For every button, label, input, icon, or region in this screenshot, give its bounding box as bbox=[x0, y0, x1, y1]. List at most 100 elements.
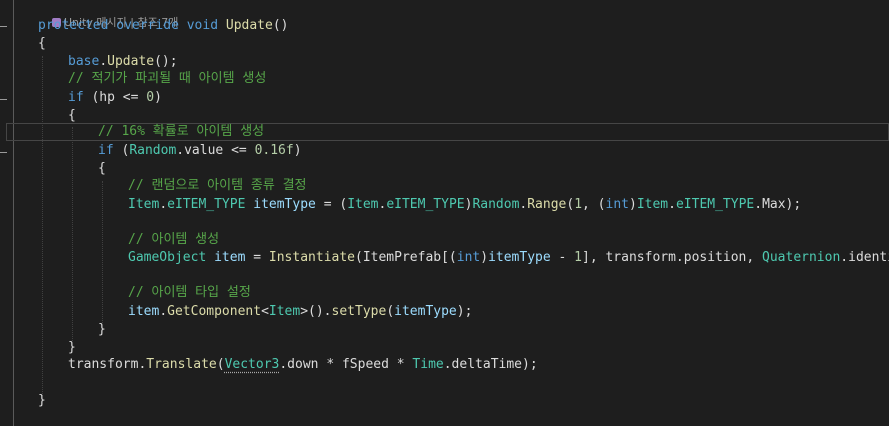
indent-guide bbox=[72, 127, 73, 341]
code-token: ( bbox=[386, 304, 395, 319]
fold-if-random-icon[interactable] bbox=[0, 148, 8, 157]
code-token: Update bbox=[225, 18, 273, 33]
code-token: itemType bbox=[394, 304, 457, 319]
code-line-comment[interactable]: // 아이템 타입 설정 bbox=[128, 284, 251, 302]
code-line-set-type[interactable]: item.GetComponent<Item>().setType(itemTy… bbox=[128, 303, 472, 321]
code-token: .Max); bbox=[754, 197, 802, 212]
code-token: // 아이템 타입 설정 bbox=[128, 285, 251, 300]
code-token: GetComponent bbox=[167, 304, 262, 319]
code-token: ) bbox=[154, 90, 162, 105]
code-token: (hp <= bbox=[83, 90, 147, 105]
code-line-translate[interactable]: transform.Translate(Vector3.down * fSpee… bbox=[68, 356, 538, 374]
code-token: < bbox=[261, 304, 269, 319]
code-token: Time bbox=[412, 357, 444, 372]
code-token: ], transform.position, bbox=[582, 250, 763, 265]
code-token: >(). bbox=[300, 304, 332, 319]
code-line-close-brace[interactable]: } bbox=[98, 321, 106, 339]
code-line-close-brace[interactable]: } bbox=[68, 339, 76, 357]
code-token: Translate bbox=[146, 357, 217, 372]
code-token: , ( bbox=[582, 197, 606, 212]
codelens[interactable]: Unity 메시지 | 참조 7개 bbox=[38, 2, 178, 29]
code-token: (); bbox=[154, 54, 178, 69]
indent-guide bbox=[42, 56, 43, 396]
code-token: .value <= bbox=[176, 143, 255, 158]
code-token: // 16% 확률로 아이템 생성 bbox=[98, 124, 265, 139]
code-line-if-random[interactable]: if (Random.value <= 0.16f) bbox=[98, 142, 302, 160]
code-token: . bbox=[99, 54, 108, 69]
code-token: ) bbox=[480, 250, 489, 265]
code-token: protected bbox=[38, 18, 109, 33]
code-token: 1 bbox=[574, 250, 582, 265]
code-token: Update bbox=[107, 54, 155, 69]
code-token: . bbox=[159, 304, 168, 319]
code-token: ) bbox=[629, 197, 637, 212]
code-token: itemType bbox=[253, 197, 316, 212]
code-token: Item bbox=[268, 304, 301, 319]
code-token: Item bbox=[128, 197, 160, 212]
code-line-comment[interactable]: // 16% 확률로 아이템 생성 bbox=[98, 123, 264, 141]
code-token: Random bbox=[472, 197, 520, 212]
code-token: transform. bbox=[68, 357, 147, 372]
code-token: setType bbox=[331, 304, 387, 319]
code-token: Item bbox=[636, 197, 669, 212]
code-token: void bbox=[186, 18, 219, 33]
code-line-comment[interactable]: // 적기가 파괴될 때 아이템 생성 bbox=[68, 70, 266, 88]
code-line-comment[interactable]: // 랜덤으로 아이템 종류 결정 bbox=[128, 177, 307, 195]
code-token: = bbox=[245, 250, 269, 265]
code-token: Range bbox=[527, 197, 567, 212]
code-line-instantiate[interactable]: GameObject item = Instantiate(ItemPrefab… bbox=[128, 249, 889, 267]
code-token: .identity); bbox=[840, 250, 889, 265]
code-line-open-brace[interactable]: { bbox=[68, 107, 76, 125]
code-token: { bbox=[38, 36, 46, 51]
code-token: } bbox=[98, 322, 106, 337]
outline-gutter bbox=[13, 0, 14, 426]
code-token: override bbox=[116, 18, 179, 33]
code-line-open-brace[interactable]: { bbox=[98, 160, 106, 178]
code-token: eITEM_TYPE bbox=[386, 197, 465, 212]
code-token: = ( bbox=[315, 197, 348, 212]
code-line-close-brace[interactable]: } bbox=[38, 392, 46, 410]
code-token: 0 bbox=[146, 90, 155, 105]
code-token: ); bbox=[456, 304, 473, 319]
code-token: . bbox=[668, 197, 676, 212]
code-token: base bbox=[68, 54, 100, 69]
fold-method-icon[interactable] bbox=[0, 22, 8, 31]
code-token: // 아이템 생성 bbox=[128, 232, 220, 247]
code-token: Quaternion bbox=[762, 250, 841, 265]
code-token: item bbox=[214, 250, 246, 265]
code-token: 0.16f bbox=[254, 143, 294, 158]
code-token: int bbox=[456, 250, 481, 265]
code-line-method-signature[interactable]: protected override void Update() bbox=[38, 17, 289, 35]
code-token: . bbox=[159, 197, 168, 212]
indent-guide bbox=[102, 181, 103, 323]
code-token: itemType bbox=[488, 250, 551, 265]
code-token: eITEM_TYPE bbox=[167, 197, 246, 212]
code-token: Item bbox=[347, 197, 379, 212]
code-token: int bbox=[605, 197, 629, 212]
code-token: ( bbox=[113, 143, 130, 158]
code-line-if-hp[interactable]: if (hp <= 0) bbox=[68, 89, 162, 107]
fold-if-hp-icon[interactable] bbox=[0, 95, 8, 104]
code-line-open-brace[interactable]: { bbox=[38, 35, 46, 53]
code-token: } bbox=[38, 393, 46, 408]
code-line-item-type[interactable]: Item.eITEM_TYPE itemType = (Item.eITEM_T… bbox=[128, 196, 801, 214]
code-token: } bbox=[68, 340, 76, 355]
code-token: 1 bbox=[574, 197, 583, 212]
code-token: Random bbox=[129, 143, 177, 158]
code-token: ( bbox=[216, 357, 225, 372]
code-token: (ItemPrefab[( bbox=[355, 250, 457, 265]
code-line-base-update[interactable]: base.Update(); bbox=[68, 53, 178, 71]
code-token: Instantiate bbox=[268, 250, 355, 265]
code-editor[interactable]: Unity 메시지 | 참조 7개 protected override voi… bbox=[0, 0, 889, 426]
code-token: // 적기가 파괴될 때 아이템 생성 bbox=[68, 71, 267, 86]
code-token: // 랜덤으로 아이템 종류 결정 bbox=[128, 178, 307, 193]
code-token: - bbox=[550, 250, 575, 265]
code-token: Vector3 bbox=[224, 357, 280, 372]
code-token: ) bbox=[293, 143, 302, 158]
code-token: if bbox=[98, 143, 114, 158]
code-line-comment[interactable]: // 아이템 생성 bbox=[128, 231, 219, 249]
code-token: eITEM_TYPE bbox=[675, 197, 755, 212]
code-token: { bbox=[98, 161, 106, 176]
